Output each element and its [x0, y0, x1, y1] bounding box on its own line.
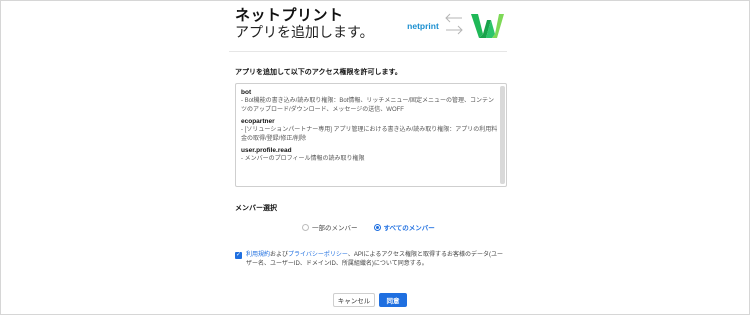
dialog-header: ネットプリント アプリを追加します。 netprint: [229, 0, 507, 52]
permissions-heading: アプリを追加して以下のアクセス権限を許可します。: [235, 69, 402, 76]
page-subtitle: アプリを追加します。: [235, 24, 374, 40]
permission-name: ecopartner: [241, 118, 275, 125]
consent-checkbox[interactable]: ✓: [235, 252, 242, 259]
consent-and-text: および: [270, 252, 289, 258]
consent-row: ✓ 利用規約およびプライバシーポリシー、APIによるアクセス権限と取得するお客様…: [235, 251, 507, 269]
privacy-policy-link[interactable]: プライバシーポリシー: [288, 252, 348, 258]
terms-link[interactable]: 利用規約: [246, 252, 270, 258]
netprint-logo-text: netprint: [407, 21, 439, 31]
consent-text: 利用規約およびプライバシーポリシー、APIによるアクセス権限と取得するお客様のデ…: [246, 251, 507, 269]
lineworks-logo-icon: [471, 14, 504, 38]
exchange-arrows-icon: [445, 13, 463, 35]
permissions-scrollbar[interactable]: [500, 86, 505, 184]
member-radio-group: 一部のメンバー すべてのメンバー: [302, 222, 451, 232]
radio-some-members[interactable]: [302, 223, 309, 231]
permission-item: bot - Bot機能の書き込み/読み取り権限：Bot情報、リッチメニュー/固定…: [241, 88, 499, 114]
permission-item: user.profile.read - メンバーのプロフィール情報の読み取り権限: [241, 146, 499, 164]
permission-name: bot: [241, 89, 252, 96]
agree-button[interactable]: 同意: [379, 293, 407, 307]
radio-all-members[interactable]: [373, 223, 381, 231]
radio-all-members-label[interactable]: すべてのメンバー: [384, 222, 435, 232]
permission-name: user.profile.read: [241, 147, 292, 154]
radio-some-members-label[interactable]: 一部のメンバー: [312, 222, 358, 232]
permission-description: - メンバーのプロフィール情報の読み取り権限: [241, 156, 365, 162]
permission-description: - [ソリューションパートナー専用] アプリ管理における書き込み/読み取り権限：…: [241, 127, 498, 142]
permissions-list[interactable]: bot - Bot機能の書き込み/読み取り権限：Bot情報、リッチメニュー/固定…: [235, 83, 507, 187]
permission-description: - Bot機能の書き込み/読み取り権限：Bot情報、リッチメニュー/固定メニュー…: [241, 98, 495, 113]
add-app-dialog: ネットプリント アプリを追加します。 netprint アプリを追加して以下のア…: [229, 0, 507, 315]
cancel-button[interactable]: キャンセル: [333, 293, 375, 307]
permission-item: ecopartner - [ソリューションパートナー専用] アプリ管理における書…: [241, 117, 499, 143]
member-selection-heading: メンバー選択: [235, 205, 277, 212]
netprint-logo: netprint: [405, 6, 441, 46]
